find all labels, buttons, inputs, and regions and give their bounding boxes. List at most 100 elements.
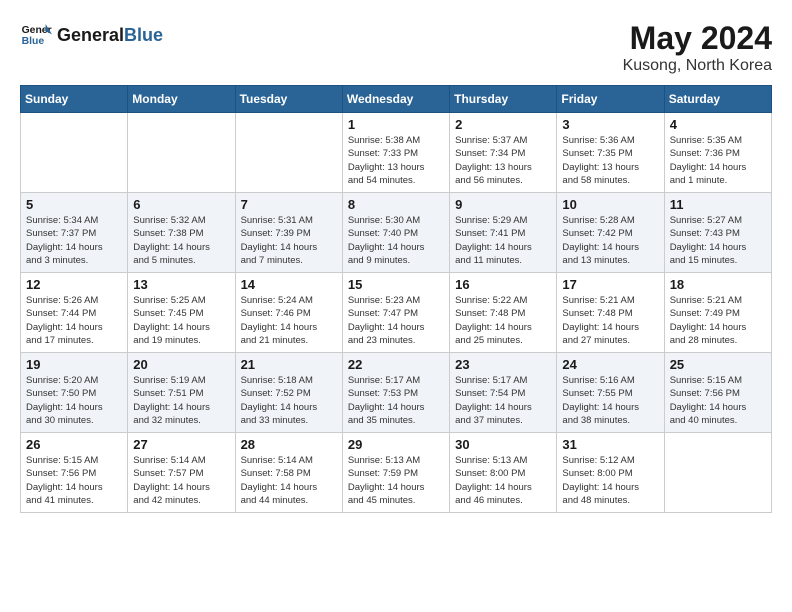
calendar-table: SundayMondayTuesdayWednesdayThursdayFrid… [20,85,772,513]
day-cell-26: 26Sunrise: 5:15 AM Sunset: 7:56 PM Dayli… [21,433,128,513]
title-block: May 2024 Kusong, North Korea [623,20,772,75]
day-info: Sunrise: 5:19 AM Sunset: 7:51 PM Dayligh… [133,374,229,427]
day-info: Sunrise: 5:21 AM Sunset: 7:48 PM Dayligh… [562,294,658,347]
day-cell-25: 25 Sunrise: 5:15 AM Sunset: 7:56 PM Dayli… [664,353,771,433]
empty-cell [128,113,235,193]
week-row-1: 1 Sunrise: 5:38 AM Sunset: 7:33 PM Daylig… [21,113,772,193]
day-info: Sunrise: 5:14 AM Sunset: 7:58 PM Dayligh… [241,454,337,507]
day-cell-10: 10 Sunrise: 5:28 AM Sunset: 7:42 PM Dayli… [557,193,664,273]
empty-cell [21,113,128,193]
day-number: 27 [133,437,229,452]
day-cell-1: 1 Sunrise: 5:38 AM Sunset: 7:33 PM Daylig… [342,113,449,193]
day-info: Sunrise: 5:13 AM Sunset: 7:59 PM Dayligh… [348,454,444,507]
logo-general: General [57,25,124,45]
day-info: Sunrise: 5:26 AM Sunset: 7:44 PM Dayligh… [26,294,122,347]
svg-text:Blue: Blue [22,36,45,47]
week-row-4: 19 Sunrise: 5:20 AM Sunset: 7:50 PM Dayli… [21,353,772,433]
day-number: 23 [455,357,551,372]
day-cell-7: 7Sunrise: 5:31 AM Sunset: 7:39 PM Daylig… [235,193,342,273]
day-cell-6: 6 Sunrise: 5:32 AM Sunset: 7:38 PM Daylig… [128,193,235,273]
col-header-monday: Monday [128,86,235,113]
col-header-tuesday: Tuesday [235,86,342,113]
empty-cell [235,113,342,193]
day-number: 17 [562,277,658,292]
month-title: May 2024 [623,20,772,57]
week-row-2: 5 Sunrise: 5:34 AM Sunset: 7:37 PM Daylig… [21,193,772,273]
day-number: 10 [562,197,658,212]
col-header-sunday: Sunday [21,86,128,113]
day-cell-29: 29 Sunrise: 5:13 AM Sunset: 7:59 PM Dayli… [342,433,449,513]
logo: General Blue GeneralBlue [20,20,163,52]
day-cell-16: 16 Sunrise: 5:22 AM Sunset: 7:48 PM Dayli… [450,273,557,353]
day-info: Sunrise: 5:12 AM Sunset: 8:00 PM Dayligh… [562,454,658,507]
day-number: 22 [348,357,444,372]
day-number: 1 [348,117,444,132]
day-cell-12: 12 Sunrise: 5:26 AM Sunset: 7:44 PM Dayli… [21,273,128,353]
week-row-3: 12 Sunrise: 5:26 AM Sunset: 7:44 PM Dayli… [21,273,772,353]
day-number: 3 [562,117,658,132]
day-info: Sunrise: 5:36 AM Sunset: 7:35 PM Dayligh… [562,134,658,187]
day-number: 16 [455,277,551,292]
day-info: Sunrise: 5:34 AM Sunset: 7:37 PM Dayligh… [26,214,122,267]
day-cell-13: 13Sunrise: 5:25 AM Sunset: 7:45 PM Dayli… [128,273,235,353]
day-info: Sunrise: 5:38 AM Sunset: 7:33 PM Dayligh… [348,134,444,187]
day-info: Sunrise: 5:16 AM Sunset: 7:55 PM Dayligh… [562,374,658,427]
day-number: 5 [26,197,122,212]
header-row: SundayMondayTuesdayWednesdayThursdayFrid… [21,86,772,113]
day-info: Sunrise: 5:28 AM Sunset: 7:42 PM Dayligh… [562,214,658,267]
day-info: Sunrise: 5:17 AM Sunset: 7:54 PM Dayligh… [455,374,551,427]
day-cell-5: 5 Sunrise: 5:34 AM Sunset: 7:37 PM Daylig… [21,193,128,273]
col-header-wednesday: Wednesday [342,86,449,113]
week-row-5: 26Sunrise: 5:15 AM Sunset: 7:56 PM Dayli… [21,433,772,513]
day-cell-30: 30Sunrise: 5:13 AM Sunset: 8:00 PM Dayli… [450,433,557,513]
day-number: 20 [133,357,229,372]
day-info: Sunrise: 5:24 AM Sunset: 7:46 PM Dayligh… [241,294,337,347]
day-number: 9 [455,197,551,212]
day-number: 18 [670,277,766,292]
day-cell-24: 24 Sunrise: 5:16 AM Sunset: 7:55 PM Dayli… [557,353,664,433]
day-number: 6 [133,197,229,212]
day-number: 15 [348,277,444,292]
day-cell-31: 31 Sunrise: 5:12 AM Sunset: 8:00 PM Dayli… [557,433,664,513]
day-info: Sunrise: 5:20 AM Sunset: 7:50 PM Dayligh… [26,374,122,427]
day-info: Sunrise: 5:22 AM Sunset: 7:48 PM Dayligh… [455,294,551,347]
day-info: Sunrise: 5:18 AM Sunset: 7:52 PM Dayligh… [241,374,337,427]
page-header: General Blue GeneralBlue May 2024 Kusong… [20,20,772,75]
day-number: 21 [241,357,337,372]
day-info: Sunrise: 5:32 AM Sunset: 7:38 PM Dayligh… [133,214,229,267]
day-cell-14: 14Sunrise: 5:24 AM Sunset: 7:46 PM Dayli… [235,273,342,353]
day-info: Sunrise: 5:13 AM Sunset: 8:00 PM Dayligh… [455,454,551,507]
day-number: 29 [348,437,444,452]
day-number: 31 [562,437,658,452]
day-cell-20: 20 Sunrise: 5:19 AM Sunset: 7:51 PM Dayli… [128,353,235,433]
day-cell-28: 28Sunrise: 5:14 AM Sunset: 7:58 PM Dayli… [235,433,342,513]
day-number: 12 [26,277,122,292]
empty-cell [664,433,771,513]
day-cell-2: 2 Sunrise: 5:37 AM Sunset: 7:34 PM Daylig… [450,113,557,193]
day-cell-17: 17 Sunrise: 5:21 AM Sunset: 7:48 PM Dayli… [557,273,664,353]
day-number: 11 [670,197,766,212]
location: Kusong, North Korea [623,57,772,75]
day-cell-9: 9Sunrise: 5:29 AM Sunset: 7:41 PM Daylig… [450,193,557,273]
day-cell-27: 27Sunrise: 5:14 AM Sunset: 7:57 PM Dayli… [128,433,235,513]
day-info: Sunrise: 5:15 AM Sunset: 7:56 PM Dayligh… [26,454,122,507]
day-cell-18: 18 Sunrise: 5:21 AM Sunset: 7:49 PM Dayli… [664,273,771,353]
day-info: Sunrise: 5:21 AM Sunset: 7:49 PM Dayligh… [670,294,766,347]
day-info: Sunrise: 5:30 AM Sunset: 7:40 PM Dayligh… [348,214,444,267]
day-info: Sunrise: 5:27 AM Sunset: 7:43 PM Dayligh… [670,214,766,267]
day-info: Sunrise: 5:31 AM Sunset: 7:39 PM Dayligh… [241,214,337,267]
day-number: 2 [455,117,551,132]
day-info: Sunrise: 5:17 AM Sunset: 7:53 PM Dayligh… [348,374,444,427]
day-info: Sunrise: 5:23 AM Sunset: 7:47 PM Dayligh… [348,294,444,347]
day-number: 8 [348,197,444,212]
day-info: Sunrise: 5:15 AM Sunset: 7:56 PM Dayligh… [670,374,766,427]
logo-blue: Blue [124,25,163,45]
day-info: Sunrise: 5:37 AM Sunset: 7:34 PM Dayligh… [455,134,551,187]
day-cell-4: 4Sunrise: 5:35 AM Sunset: 7:36 PM Daylig… [664,113,771,193]
day-cell-3: 3 Sunrise: 5:36 AM Sunset: 7:35 PM Daylig… [557,113,664,193]
day-number: 4 [670,117,766,132]
day-number: 13 [133,277,229,292]
day-number: 25 [670,357,766,372]
day-number: 19 [26,357,122,372]
day-number: 24 [562,357,658,372]
